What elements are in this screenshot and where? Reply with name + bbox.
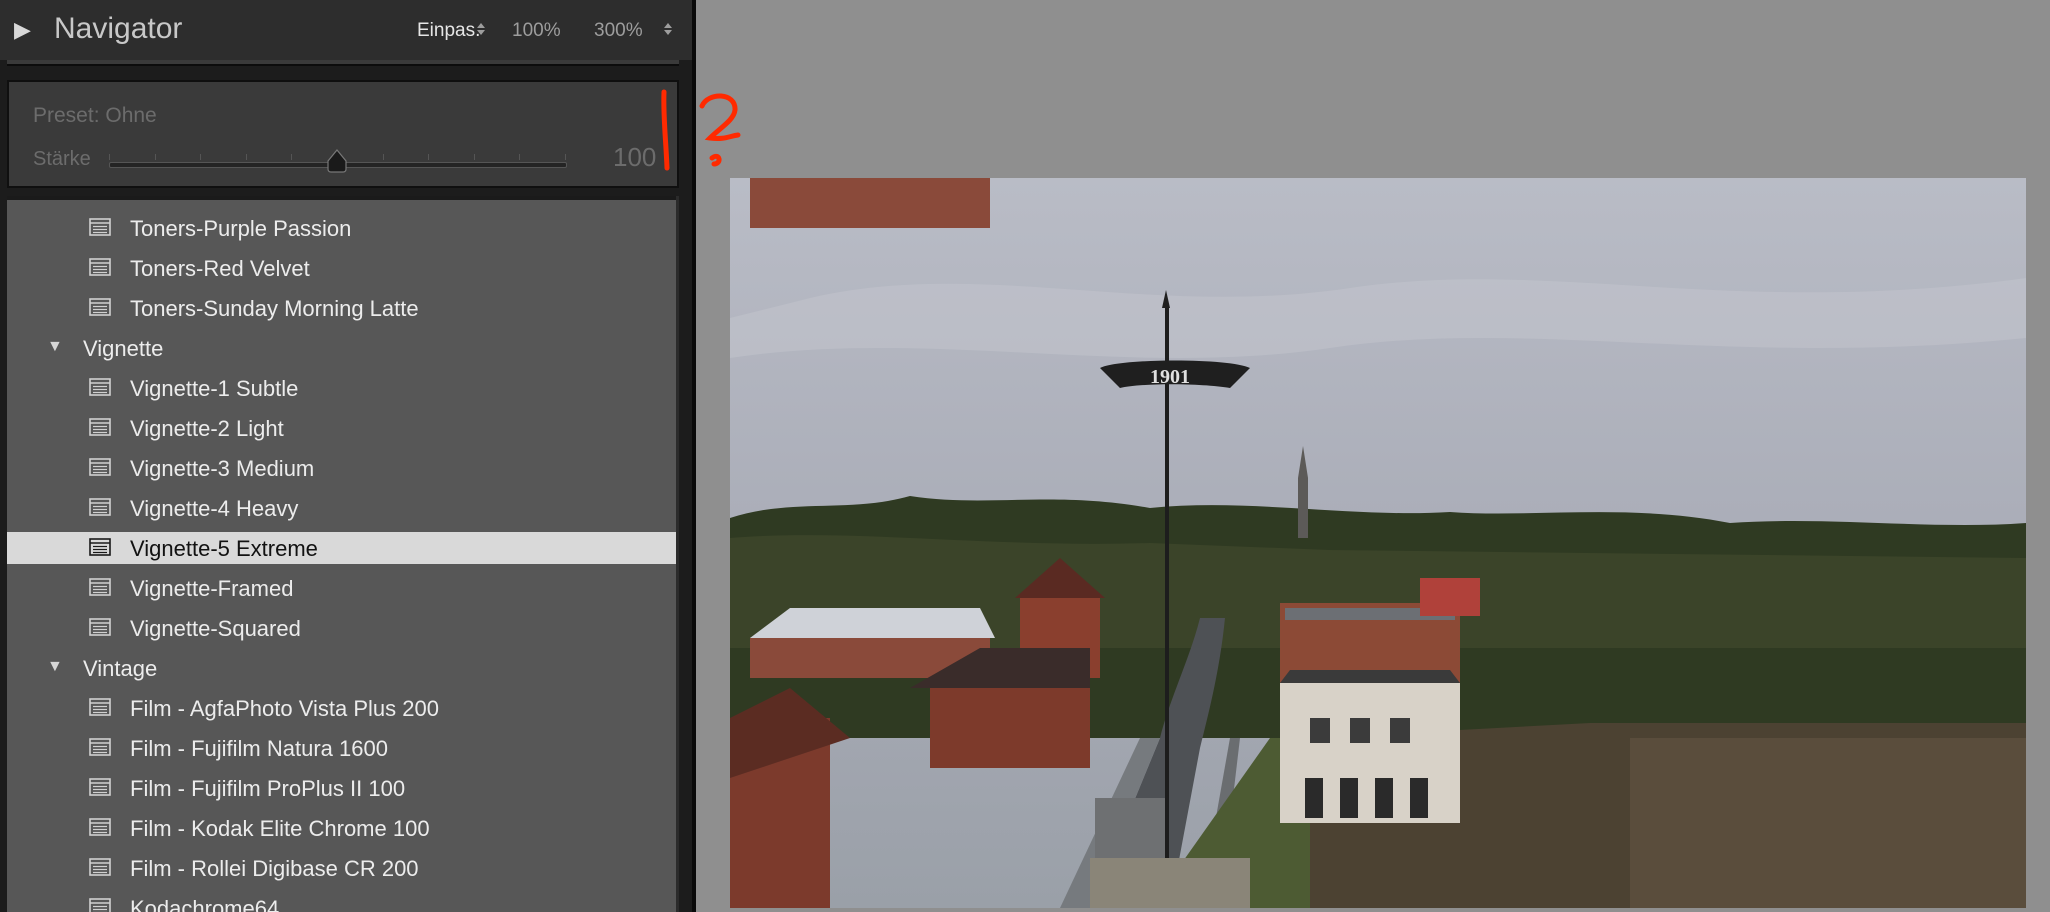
preset-item[interactable]: Film - Rollei Digibase CR 200 — [7, 852, 676, 884]
navigator-preview-divider — [7, 60, 679, 66]
preset-item-label: Vintage — [83, 656, 158, 681]
zoom-custom-chevron-icon[interactable] — [664, 21, 674, 37]
preset-file-icon — [89, 458, 111, 476]
preset-item-label: Film - Kodak Elite Chrome 100 — [130, 816, 430, 841]
handwritten-annotation — [661, 89, 741, 171]
preset-item[interactable]: Toners-Purple Passion — [7, 212, 676, 244]
preset-file-icon — [89, 618, 111, 636]
preset-item-label: Kodachrome64 — [130, 896, 280, 912]
preset-item-label: Toners-Sunday Morning Latte — [130, 296, 419, 321]
preset-folder[interactable]: ▼ Vignette — [7, 332, 676, 364]
preset-item[interactable]: Vignette-Framed — [7, 572, 676, 604]
preset-file-icon — [89, 418, 111, 436]
slider-tick — [383, 154, 384, 160]
preset-item[interactable]: Film - Fujifilm ProPlus II 100 — [7, 772, 676, 804]
preset-file-icon — [89, 698, 111, 716]
preset-file-icon — [89, 538, 111, 556]
preset-file-icon — [89, 378, 111, 396]
navigator-header[interactable]: ▶ Navigator Einpas. 100% 300% — [0, 0, 692, 60]
preset-item-label: Film - AgfaPhoto Vista Plus 200 — [130, 696, 439, 721]
slider-tick — [474, 154, 475, 160]
preset-item-label: Film - Fujifilm Natura 1600 — [130, 736, 388, 761]
zoom-300-option[interactable]: 300% — [594, 20, 643, 42]
preset-item-label: Vignette-5 Extreme — [130, 536, 318, 561]
collapse-triangle-icon[interactable]: ▶ — [14, 17, 31, 43]
preset-file-icon — [89, 578, 111, 596]
zoom-fit-option[interactable]: Einpas. — [417, 20, 480, 42]
photo-preview: 1901 — [730, 178, 2026, 908]
preset-file-icon — [89, 498, 111, 516]
preset-item[interactable]: Film - AgfaPhoto Vista Plus 200 — [7, 692, 676, 724]
preset-item-label: Vignette-4 Heavy — [130, 496, 299, 521]
slider-tick — [109, 154, 110, 160]
slider-tick — [155, 154, 156, 160]
preset-item-label: Vignette-3 Medium — [130, 456, 315, 481]
preset-file-icon — [89, 858, 111, 876]
preset-item-label: Film - Rollei Digibase CR 200 — [130, 856, 419, 881]
slider-tick — [200, 154, 201, 160]
preset-list-scrollbar[interactable] — [676, 196, 679, 912]
preset-item[interactable]: Vignette-2 Light — [7, 412, 676, 444]
preset-item-label: Toners-Purple Passion — [130, 216, 352, 241]
preset-item[interactable]: Kodachrome64 — [7, 892, 676, 912]
preset-item-label: Vignette-1 Subtle — [130, 376, 299, 401]
slider-tick — [519, 154, 520, 160]
preset-item[interactable]: Vignette-1 Subtle — [7, 372, 676, 404]
slider-tick — [246, 154, 247, 160]
disclosure-triangle-icon[interactable]: ▼ — [47, 338, 63, 356]
preset-item[interactable]: Vignette-3 Medium — [7, 452, 676, 484]
preset-folder[interactable]: ▼ Vintage — [7, 652, 676, 684]
sign-year-text: 1901 — [1150, 366, 1190, 388]
preset-file-icon — [89, 258, 111, 276]
preset-item[interactable]: Vignette-4 Heavy — [7, 492, 676, 524]
slider-tick — [565, 154, 566, 160]
preset-item-label: Toners-Red Velvet — [130, 256, 310, 281]
preset-item[interactable]: Film - Fujifilm Natura 1600 — [7, 732, 676, 764]
preset-item[interactable]: Toners-Red Velvet — [7, 252, 676, 284]
preset-item-label: Vignette-Squared — [130, 616, 301, 641]
preset-item[interactable]: Film - Kodak Elite Chrome 100 — [7, 812, 676, 844]
preset-file-icon — [89, 898, 111, 912]
zoom-100-option[interactable]: 100% — [512, 20, 561, 42]
slider-tick — [428, 154, 429, 160]
zoom-fit-chevron-icon[interactable] — [477, 21, 487, 37]
preset-item[interactable]: Vignette-5 Extreme — [7, 532, 676, 564]
preset-item-label: Vignette-Framed — [130, 576, 294, 601]
preset-item-label: Vignette-2 Light — [130, 416, 284, 441]
preset-file-icon — [89, 218, 111, 236]
preset-file-icon — [89, 298, 111, 316]
preset-amount-panel: Preset: Ohne Stärke 100 — [7, 80, 679, 188]
preset-file-icon — [89, 778, 111, 796]
slider-tick — [291, 154, 292, 160]
preset-item-label: Vignette — [83, 336, 164, 361]
strength-slider-thumb[interactable] — [326, 149, 348, 173]
left-panel: ▶ Navigator Einpas. 100% 300% Preset: Oh… — [0, 0, 692, 912]
preset-item-label: Film - Fujifilm ProPlus II 100 — [130, 776, 406, 801]
strength-label: Stärke — [33, 148, 91, 170]
navigator-title: Navigator — [54, 12, 183, 45]
preset-name-label: Preset: Ohne — [33, 104, 157, 127]
preset-list: Toners-Purple Passion Toners-Red Velvet To… — [7, 196, 679, 912]
disclosure-triangle-icon[interactable]: ▼ — [47, 658, 63, 676]
preset-item[interactable]: Toners-Sunday Morning Latte — [7, 292, 676, 324]
preset-file-icon — [89, 818, 111, 836]
preset-item[interactable]: Vignette-Squared — [7, 612, 676, 644]
preset-file-icon — [89, 738, 111, 756]
